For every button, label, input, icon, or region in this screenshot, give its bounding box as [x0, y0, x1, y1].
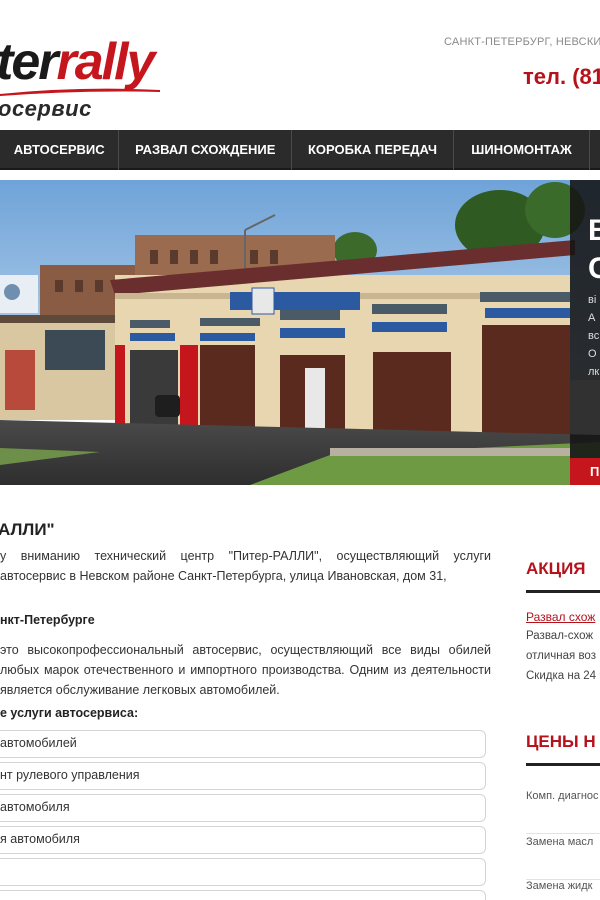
service-item[interactable]: нт рулевого управления [0, 762, 486, 790]
prices-title: ЦЕНЫ Н [526, 732, 596, 751]
prices-title-underline [526, 763, 600, 766]
section-heading-services: е услуги автосервиса: [0, 706, 139, 720]
about-paragraph: это высокопрофессиональный автосервис, о… [0, 643, 491, 697]
service-item[interactable] [0, 858, 486, 886]
hero-text-line-3: вс [588, 330, 600, 342]
price-row-label: Замена жидк [526, 880, 593, 892]
section-heading-city: нкт-Петербурге [0, 613, 95, 627]
nav-item-autoservice[interactable]: АВТОСЕРВИС [0, 130, 120, 170]
nav-item-tire-service[interactable]: ШИНОМОНТАЖ [454, 130, 591, 170]
service-item[interactable]: я автомобиля [0, 826, 486, 854]
site-header: terrally осервис САНКТ-ПЕТЕРБУРГ, НЕВСКИ… [0, 0, 600, 130]
promo-text-line-2: отличная воз [526, 650, 596, 662]
promo-title: АКЦИЯ [526, 559, 586, 578]
logo[interactable]: terrally [0, 33, 155, 91]
logo-text-red: rally [56, 33, 155, 91]
logo-swoosh [0, 88, 160, 96]
main-nav: АВТОСЕРВИС РАЗВАЛ СХОЖДЕНИЕ КОРОБКА ПЕРЕ… [0, 130, 600, 170]
price-row[interactable]: Комп. диагнос [526, 788, 600, 834]
page-title: АЛЛИ" [0, 520, 55, 539]
logo-subtitle: осервис [0, 96, 92, 121]
nav-item-gearbox[interactable]: КОРОБКА ПЕРЕДАЧ [292, 130, 454, 170]
service-item[interactable]: автомобилей [0, 730, 486, 758]
logo-text-dark: ter [0, 33, 59, 91]
service-item[interactable] [0, 890, 486, 900]
promo-text-line-1: Развал-схож [526, 630, 594, 642]
hero-text-line-1: ві [588, 294, 597, 306]
hero-headline-line-1: В [588, 214, 600, 247]
header-address: САНКТ-ПЕТЕРБУРГ, НЕВСКИ [444, 36, 600, 48]
hero-banner: В С ві А вс О лк П [0, 180, 600, 485]
promo-title-underline [526, 590, 600, 593]
intro-paragraph: у вниманию технический центр "Питер-РАЛЛ… [0, 549, 491, 583]
nav-item-alignment[interactable]: РАЗВАЛ СХОЖДЕНИЕ [119, 130, 293, 170]
hero-text-line-4: О [588, 348, 597, 360]
hero-text-line-5: лк [588, 366, 600, 378]
price-row[interactable]: Замена жидк [526, 878, 600, 900]
hero-headline-line-2: С [588, 252, 600, 285]
hero-photo [0, 180, 600, 485]
price-row-label: Замена масл [526, 836, 594, 848]
promo-text-line-3: Скидка на 24 ч [526, 670, 600, 682]
nav-item-more[interactable] [590, 130, 600, 170]
price-row-label: Комп. диагнос [526, 790, 599, 802]
header-phone[interactable]: тел. (81 [523, 64, 600, 90]
price-row[interactable]: Замена масл [526, 834, 600, 880]
hero-cta-button[interactable]: П [570, 458, 600, 485]
service-item[interactable]: автомобиля [0, 794, 486, 822]
hero-text-line-2: А [588, 312, 596, 324]
services-list: автомобилей нт рулевого управления автом… [0, 730, 486, 900]
promo-link[interactable]: Развал схож [526, 610, 595, 624]
